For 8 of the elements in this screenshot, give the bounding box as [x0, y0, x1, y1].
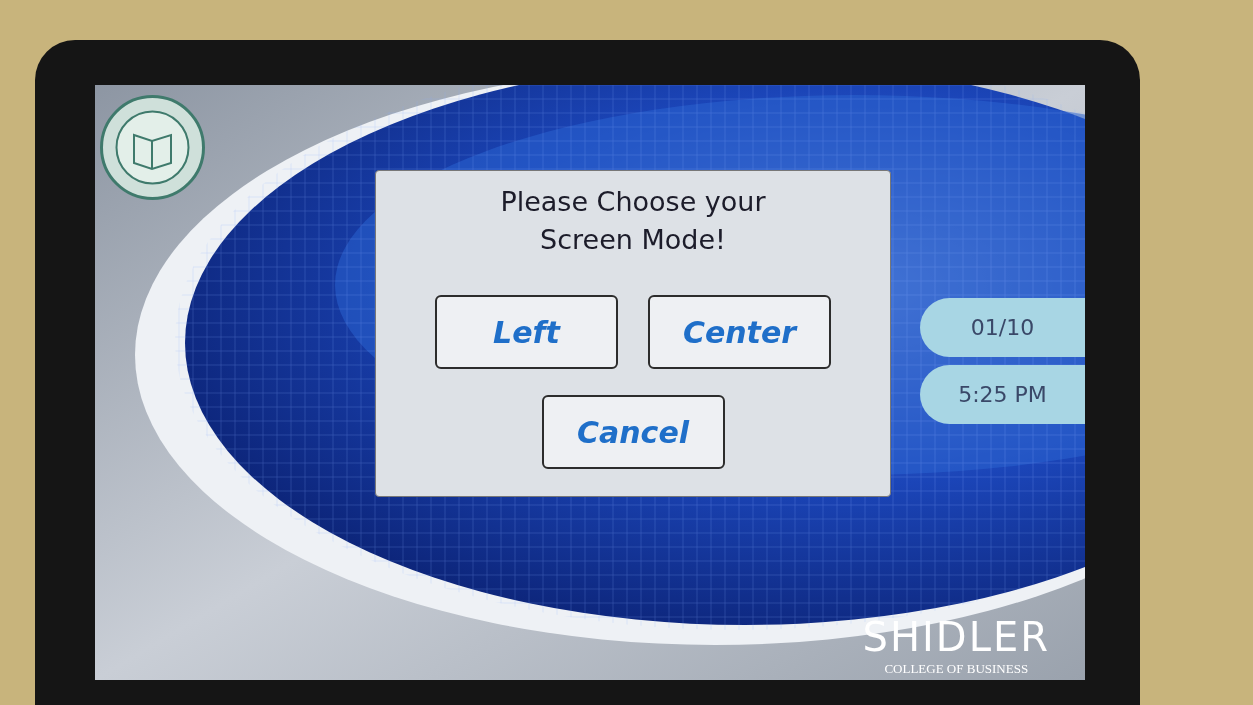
- center-button[interactable]: Center: [648, 295, 831, 369]
- date-label: 01/10: [920, 298, 1085, 357]
- left-button[interactable]: Left: [435, 295, 618, 369]
- dialog-title: Please Choose your Screen Mode!: [499, 185, 767, 257]
- seal-icon: [100, 95, 205, 200]
- brand-subtitle: COLLEGE OF BUSINESS: [884, 659, 1029, 678]
- time-label: 5:25 PM: [920, 365, 1085, 424]
- cancel-button[interactable]: Cancel: [541, 395, 725, 469]
